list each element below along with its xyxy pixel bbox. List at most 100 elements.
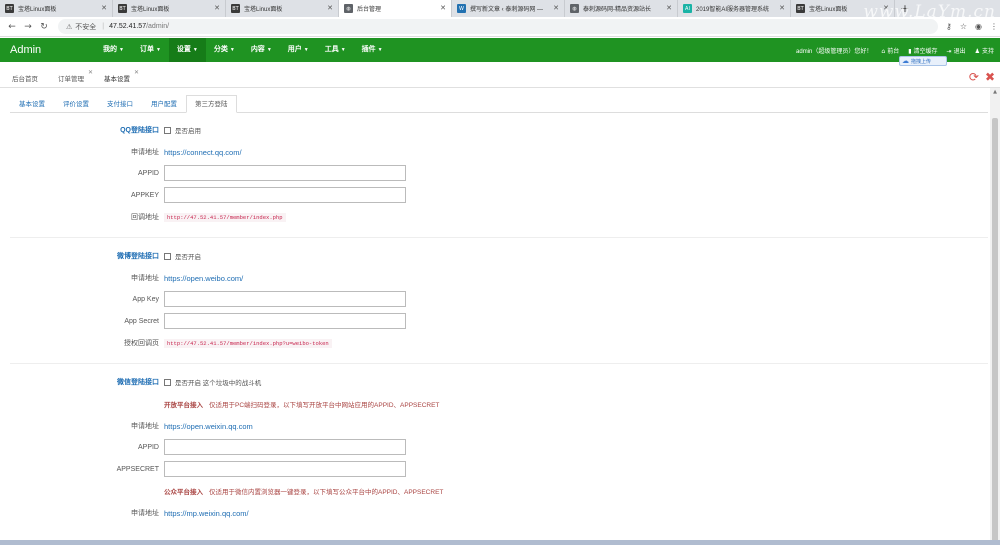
close-icon[interactable]: ✕ [327,4,333,12]
user-greeting[interactable]: admin（超级管理员）您好！ [796,46,872,55]
weibo-callback-label: 授权回调页 [124,340,159,347]
home-icon: ⌂ [881,47,886,55]
menu-dots-icon[interactable]: ⋮ [990,22,998,31]
bt-favicon-icon: BT [796,4,805,13]
menu-item-category[interactable]: 分类 ▼ [206,38,243,62]
caret-down-icon: ▼ [266,47,272,53]
menu-item-mine[interactable]: 我的 ▼ [95,38,132,62]
wechat-appsecret-input[interactable] [164,461,406,477]
qq-appkey-input[interactable] [164,187,406,203]
checkbox-label: 是否开启 这个垃圾中的战斗机 [175,380,262,387]
close-icon[interactable]: ✕ [214,4,220,12]
browser-tab-active[interactable]: ◍ 后台管理 ✕ [339,0,452,17]
menu-label: 我的 [103,46,117,53]
url-separator: | [102,23,105,30]
close-icon[interactable]: ✕ [101,4,107,12]
qq-enable-checkbox[interactable]: 是否启用 [164,125,201,135]
menu-label: 工具 [324,46,339,53]
tab-label: 后台首页 [12,75,38,83]
tab-third-party-login[interactable]: 第三方登陆 [186,95,237,113]
scrollbar-thumb[interactable] [992,118,998,545]
support-link[interactable]: ♟ 支持 [975,46,994,55]
clear-cache-link[interactable]: ▮ 清空缓存 [908,46,937,55]
menu-label: 设置 [176,46,191,53]
refresh-icon[interactable]: ⟳ [969,70,979,84]
app-navbar: Admin 我的 ▼ 订单 ▼ 设置 ▼ 分类 ▼ 内容 ▼ 用户 ▼ 工具 ▼ 插件 ▼ ad… [0,38,1000,62]
close-icon[interactable]: ✕ [779,4,785,12]
weibo-appkey-row: App Key [10,291,988,307]
menu-item-users[interactable]: 用户 ▼ [280,38,317,62]
bt-favicon-icon: BT [5,4,14,13]
close-icon[interactable]: ✕ [553,4,559,12]
weibo-callback-row: 授权回调页 http://47.52.41.57/member/index.ph… [10,335,988,351]
menu-item-orders[interactable]: 订单 ▼ [132,38,169,62]
wechat-mp-apply-link[interactable]: https://mp.weixin.qq.com/ [164,509,249,518]
menu-item-tools[interactable]: 工具 ▼ [317,38,354,62]
vertical-scrollbar[interactable]: ▲ [990,88,1000,545]
wechat-mp-platform-note: 公众平台接入 仅适用于微信内置浏览器一键登录，以下填写公众平台中的APPID、AP… [164,486,443,496]
forward-arrow-icon[interactable]: → [20,22,36,32]
upload-badge[interactable]: ☁ 拖拽上传 [899,56,947,66]
weibo-secret-input[interactable] [164,313,406,329]
qq-callback-label: 回调地址 [131,214,159,221]
checkbox-icon[interactable] [164,126,171,134]
weibo-secret-label: App Secret [124,317,159,325]
weibo-appkey-input[interactable] [164,291,406,307]
checkbox-icon[interactable] [164,252,171,260]
caret-down-icon: ▼ [155,47,161,53]
link-label: 前台 [887,48,900,55]
browser-tab[interactable]: BT 宝塔Linux面板 ✕ [0,0,113,17]
close-icon[interactable]: ✕ [88,69,93,76]
logout-link[interactable]: ⇥ 退出 [947,46,966,55]
profile-icon[interactable]: ◉ [975,22,982,31]
browser-tab-title: 宝塔Linux面板 [809,7,848,13]
checkbox-icon[interactable] [164,378,171,386]
wechat-open-apply-link[interactable]: https://open.weixin.qq.com [164,422,253,431]
globe-icon: ◍ [344,4,353,13]
key-icon[interactable]: ⚷ [946,22,952,31]
weibo-enable-checkbox[interactable]: 是否开启 [164,251,201,261]
menu-item-plugins[interactable]: 插件 ▼ [354,38,391,62]
menu-item-settings[interactable]: 设置 ▼ [168,38,206,62]
qq-appid-input[interactable] [164,165,406,181]
scroll-up-icon[interactable]: ▲ [990,88,1000,96]
qq-apply-link[interactable]: https://connect.qq.com/ [164,148,242,157]
qq-apply-label: 申请地址 [131,149,159,156]
url-input[interactable]: ⚠ 不安全 | 47.52.41.57/admin/ [58,19,938,34]
url-host: 47.52.41.57 [109,23,147,30]
reload-icon[interactable]: ↻ [36,22,52,32]
checkbox-label: 是否启用 [175,128,201,135]
close-all-icon[interactable]: ✖ [985,70,995,84]
browser-tab-title: 宝塔Linux面板 [244,7,283,13]
browser-tab[interactable]: AI 2019智能AI服务器管理系统 ✕ [678,0,791,17]
wechat-enable-checkbox[interactable]: 是否开启 这个垃圾中的战斗机 [164,377,261,387]
menu-label: 插件 [361,46,376,53]
browser-tab[interactable]: BT 宝塔Linux面板 ✕ [113,0,226,17]
page-tab-home[interactable]: 后台首页 [2,68,48,87]
tab-user-config[interactable]: 用户配置 [142,95,186,113]
tab-payment[interactable]: 支付接口 [98,95,142,113]
browser-tab[interactable]: W 撰写新文章 ‹ 泰刺源码网 — ✕ [452,0,565,17]
wechat-open-apply-row: 申请地址 https://open.weixin.qq.com [10,418,988,434]
tab-review-settings[interactable]: 评价设置 [54,95,98,113]
tab-basic-settings[interactable]: 基本设置 [10,95,54,113]
weibo-callback-url: http://47.52.41.57/member/index.php?u=we… [164,338,332,348]
browser-tab[interactable]: ◍ 泰刺源码网-精品资源站长 ✕ [565,0,678,17]
page-tab-orders[interactable]: 订单管理 ✕ [48,68,94,87]
brand-logo[interactable]: Admin [0,44,90,56]
page-tab-basic-settings[interactable]: 基本设置 ✕ [94,68,140,87]
menu-item-content[interactable]: 内容 ▼ [243,38,280,62]
close-icon[interactable]: ✕ [134,69,139,76]
note-title: 公众平台接入 [164,489,203,496]
weibo-apply-link[interactable]: https://open.weibo.com/ [164,274,243,283]
globe-icon: ◍ [570,4,579,13]
star-icon[interactable]: ☆ [960,22,967,31]
back-arrow-icon[interactable]: ← [4,22,20,32]
close-icon[interactable]: ✕ [666,4,672,12]
wechat-appid-input[interactable] [164,439,406,455]
browser-tab[interactable]: BT 宝塔Linux面板 ✕ [226,0,339,17]
qq-enable-row: QQ登陆接口 是否启用 [10,122,988,138]
qq-title: QQ登陆接口 [120,127,159,134]
close-icon[interactable]: ✕ [440,4,446,12]
frontend-link[interactable]: ⌂ 前台 [881,46,899,55]
